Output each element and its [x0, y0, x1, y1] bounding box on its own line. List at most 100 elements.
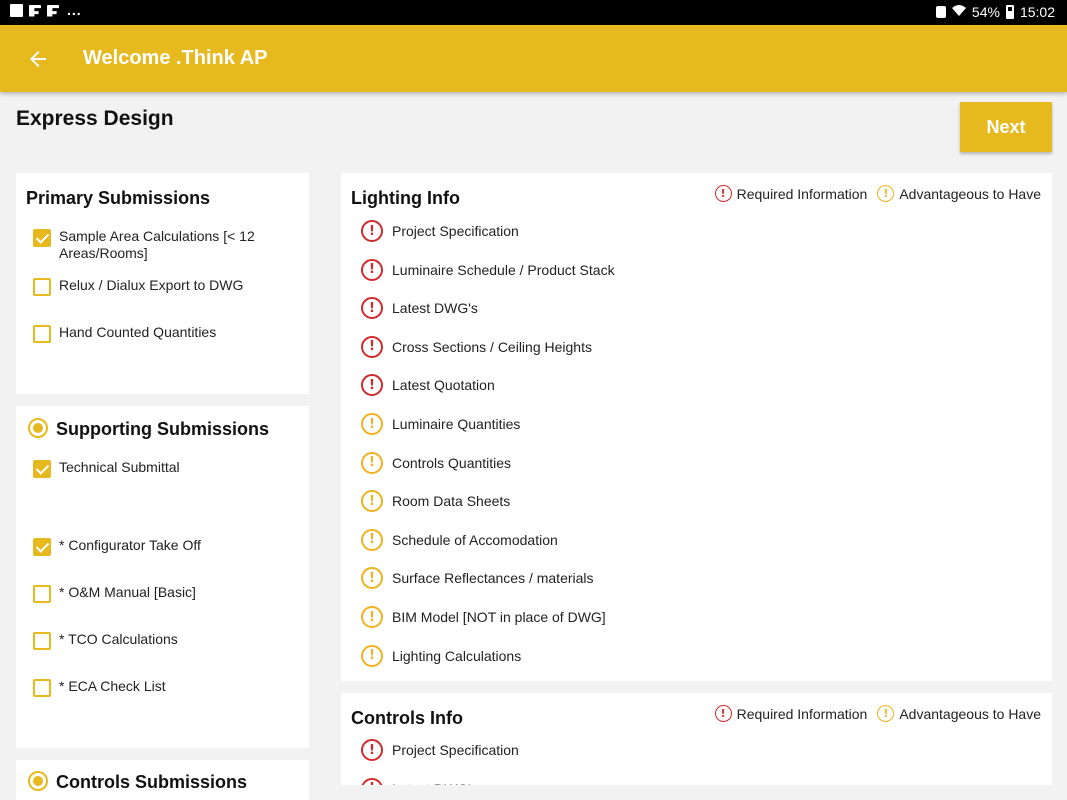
- advantageous-icon: !: [361, 528, 383, 551]
- checkbox[interactable]: [33, 278, 51, 296]
- info-item: ! Latest DWG's: [361, 297, 478, 320]
- legend-advantageous-label: Advantageous to Have: [899, 185, 1041, 202]
- more-notifications-indicator: ...: [67, 2, 82, 18]
- info-item-label: Latest DWG's: [392, 781, 478, 785]
- flipboard-icon: [29, 4, 41, 17]
- checkbox-label: * Configurator Take Off: [59, 537, 201, 553]
- checkbox[interactable]: [33, 538, 51, 556]
- info-item: ! Luminaire Quantities: [361, 413, 520, 435]
- notification-icons: ...: [10, 2, 82, 18]
- lighting-info-card: Lighting Info ! Required Information ! A…: [341, 173, 1052, 681]
- required-icon: !: [361, 297, 383, 320]
- legend: ! Required Information ! Advantageous to…: [714, 705, 1041, 722]
- card-title: Primary Submissions: [26, 188, 211, 208]
- checkbox-row[interactable]: Technical Submittal: [33, 459, 180, 478]
- checkbox-label: * ECA Check List: [59, 678, 166, 694]
- info-item: ! Latest Quotation: [361, 374, 495, 397]
- card-title: Controls Info: [351, 708, 463, 728]
- checkbox-label: Relux / Dialux Export to DWG: [59, 277, 244, 293]
- required-icon: !: [714, 185, 732, 202]
- advantageous-icon: !: [361, 451, 383, 474]
- info-item: ! Surface Reflectances / materials: [361, 567, 594, 590]
- checkbox-row[interactable]: * TCO Calculations: [33, 631, 178, 650]
- legend-required-label: Required Information: [736, 185, 868, 202]
- info-item-label: Controls Quantities: [392, 454, 512, 471]
- info-item-label: Cross Sections / Ceiling Heights: [392, 338, 592, 355]
- checkbox-row[interactable]: Sample Area Calculations [< 12 Areas/Roo…: [33, 228, 298, 262]
- checkbox-label: Hand Counted Quantities: [59, 324, 217, 340]
- checkbox-row[interactable]: * O&M Manual [Basic]: [33, 584, 196, 603]
- legend: ! Required Information ! Advantageous to…: [714, 185, 1041, 202]
- advantageous-icon: !: [877, 705, 895, 722]
- card-title: Controls Submissions: [56, 772, 248, 792]
- info-item-label: BIM Model [NOT in place of DWG]: [392, 609, 606, 625]
- card-title: Lighting Info: [351, 188, 460, 208]
- legend-advantageous-label: Advantageous to Have: [899, 705, 1041, 722]
- clock: 15:02: [1019, 4, 1055, 20]
- wifi-icon: [951, 4, 966, 20]
- checkbox-row[interactable]: Relux / Dialux Export to DWG: [33, 277, 244, 296]
- battery-icon: [1005, 5, 1014, 19]
- checkbox[interactable]: [33, 460, 51, 478]
- checkbox-row[interactable]: * ECA Check List: [33, 678, 166, 697]
- checkbox[interactable]: [33, 632, 51, 650]
- info-item: ! Controls Quantities: [361, 451, 512, 474]
- info-item-label: Luminaire Quantities: [392, 416, 521, 432]
- checkbox[interactable]: [33, 229, 51, 247]
- radio-button[interactable]: [28, 771, 48, 791]
- next-button[interactable]: Next: [960, 102, 1052, 152]
- checkbox-label: Technical Submittal: [59, 459, 180, 475]
- info-item-label: Schedule of Accomodation: [392, 531, 558, 548]
- advantageous-icon: !: [361, 644, 383, 667]
- info-item: ! Luminaire Schedule / Product Stack: [361, 258, 615, 281]
- required-icon: !: [714, 705, 732, 722]
- app-bar: Welcome .Think AP: [0, 25, 1067, 92]
- info-item-label: Latest DWG's: [392, 300, 478, 317]
- checkbox[interactable]: [33, 585, 51, 603]
- legend-required-label: Required Information: [736, 705, 868, 722]
- info-item: ! BIM Model [NOT in place of DWG]: [361, 606, 606, 628]
- info-item-label: Latest Quotation: [392, 377, 495, 394]
- supporting-submissions-card: Supporting Submissions Technical Submitt…: [16, 406, 309, 748]
- info-item: ! Lighting Calculations: [361, 644, 522, 667]
- app-title: Welcome .Think AP: [83, 47, 268, 69]
- primary-submissions-card: Primary Submissions Sample Area Calculat…: [16, 173, 309, 394]
- info-item: ! Project Specification: [361, 739, 519, 761]
- checkbox[interactable]: [33, 325, 51, 343]
- checkbox-label: Sample Area Calculations [< 12 Areas/Roo…: [59, 228, 255, 261]
- advantageous-icon: !: [361, 567, 383, 590]
- info-item-label: Lighting Calculations: [392, 647, 522, 664]
- info-item-label: Project Specification: [392, 742, 519, 758]
- status-bar: ... 54% 15:02: [0, 0, 1067, 25]
- info-item: ! Cross Sections / Ceiling Heights: [361, 335, 592, 358]
- info-item: ! Latest DWG's: [361, 777, 478, 785]
- lock-icon: [935, 6, 946, 18]
- controls-submissions-card: Controls Submissions: [16, 760, 309, 800]
- advantageous-icon: !: [361, 413, 383, 435]
- arrow-left-icon: [30, 51, 46, 67]
- checkbox-row[interactable]: * Configurator Take Off: [33, 537, 201, 556]
- required-icon: !: [361, 258, 383, 281]
- advantageous-icon: !: [361, 490, 383, 513]
- required-icon: !: [361, 335, 383, 358]
- card-title: Supporting Submissions: [56, 419, 270, 439]
- back-button[interactable]: [18, 39, 58, 79]
- info-item-label: Luminaire Schedule / Product Stack: [392, 261, 615, 278]
- info-item-label: Project Specification: [392, 223, 519, 239]
- info-item-label: Room Data Sheets: [392, 493, 511, 510]
- page-title: Express Design: [16, 107, 174, 130]
- info-item-label: Surface Reflectances / materials: [392, 570, 594, 587]
- checkbox[interactable]: [33, 679, 51, 697]
- checkbox-label: * O&M Manual [Basic]: [59, 584, 196, 600]
- battery-level: 54%: [971, 4, 1000, 20]
- system-icons: 54% 15:02: [935, 4, 1055, 20]
- advantageous-icon: !: [877, 185, 895, 202]
- controls-info-card: Controls Info ! Required Information ! A…: [341, 693, 1052, 785]
- info-item: ! Room Data Sheets: [361, 490, 511, 513]
- image-icon: [10, 4, 23, 17]
- required-icon: !: [361, 777, 383, 785]
- checkbox-label: * TCO Calculations: [59, 631, 178, 647]
- radio-button[interactable]: [28, 418, 48, 438]
- info-item: ! Schedule of Accomodation: [361, 528, 558, 551]
- checkbox-row[interactable]: Hand Counted Quantities: [33, 324, 217, 343]
